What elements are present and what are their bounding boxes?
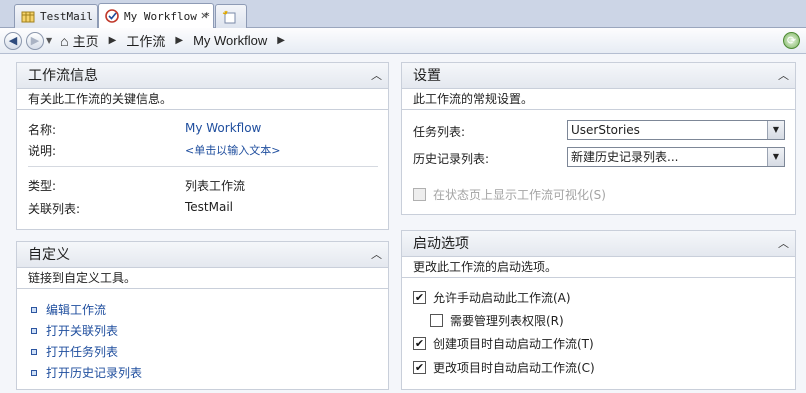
description-label: 说明: (28, 144, 57, 158)
checkbox-checked[interactable]: ✔ (413, 361, 426, 374)
open-task-list-link[interactable]: 打开任务列表 (46, 343, 118, 360)
panel-description: 有关此工作流的关键信息。 (17, 89, 388, 110)
breadcrumb: ⌂ 主页 ▶ 工作流 ▶ My Workflow ▶ (60, 31, 293, 50)
checkbox-label: 更改项目时自动启动工作流(C) (433, 361, 595, 375)
tab-strip: TestMail My Workflow * ✕ (0, 0, 806, 28)
tab-my-workflow[interactable]: My Workflow * ✕ (98, 3, 214, 28)
checkbox-unchecked[interactable] (430, 314, 443, 327)
close-icon[interactable]: ✕ (201, 8, 208, 22)
task-list-select[interactable]: UserStories ▼ (567, 120, 785, 140)
list-item[interactable]: 打开历史记录列表 (31, 364, 142, 381)
customize-panel: 自定义 ︿ 链接到自定义工具。 编辑工作流 打开关联列表 打开任务列表 打开历史… (16, 241, 389, 390)
checkbox-label: 允许手动启动此工作流(A) (433, 291, 571, 305)
checkbox-checked[interactable]: ✔ (413, 291, 426, 304)
panel-description: 链接到自定义工具。 (17, 268, 388, 289)
panel-header: 启动选项 ︿ (402, 231, 795, 257)
breadcrumb-workflows[interactable]: 工作流 (124, 31, 167, 50)
panel-description: 此工作流的常规设置。 (402, 89, 795, 110)
manual-start-checkbox[interactable]: ✔ 允许手动启动此工作流(A) (413, 289, 571, 306)
panel-title: 启动选项 (413, 236, 469, 252)
back-button[interactable]: ◀ (4, 31, 22, 50)
start-on-create-checkbox[interactable]: ✔ 创建项目时自动启动工作流(T) (413, 335, 594, 352)
refresh-icon[interactable]: ⟳ (783, 32, 800, 49)
chevron-down-icon[interactable]: ▼ (46, 36, 52, 45)
workflow-info-panel: 工作流信息 ︿ 有关此工作流的关键信息。 名称: My Workflow 说明:… (16, 62, 389, 230)
panel-header: 工作流信息 ︿ (17, 63, 388, 89)
divider (28, 166, 378, 167)
tab-label: My Workflow * (124, 9, 211, 23)
panel-title: 工作流信息 (28, 68, 98, 84)
panel-description: 更改此工作流的启动选项。 (402, 257, 795, 278)
panel-header: 自定义 ︿ (17, 242, 388, 268)
list-icon (21, 10, 35, 24)
bullet-icon (31, 306, 37, 313)
workflow-icon (105, 9, 119, 23)
checkbox-label: 创建项目时自动启动工作流(T) (433, 337, 594, 351)
list-item[interactable]: 编辑工作流 (31, 301, 106, 318)
settings-panel: 设置 ︿ 此工作流的常规设置。 任务列表: UserStories ▼ 历史记录… (401, 62, 796, 215)
panel-title: 设置 (413, 68, 441, 84)
forward-button[interactable]: ▶ (26, 31, 44, 50)
open-history-list-link[interactable]: 打开历史记录列表 (46, 364, 142, 381)
breadcrumb-separator-icon: ▶ (108, 35, 117, 46)
checkbox-checked[interactable]: ✔ (413, 337, 426, 350)
task-list-value: UserStories (571, 123, 640, 137)
panel-title: 自定义 (28, 247, 70, 263)
collapse-icon[interactable]: ︿ (778, 231, 789, 257)
new-tab-button[interactable] (215, 4, 247, 28)
bullet-icon (31, 369, 37, 376)
checkbox-box[interactable] (413, 188, 426, 201)
associated-list-label: 关联列表: (28, 202, 81, 216)
home-icon[interactable]: ⌂ (60, 33, 68, 49)
workflow-name-link[interactable]: My Workflow (185, 121, 261, 135)
chevron-down-icon[interactable]: ▼ (767, 148, 784, 166)
collapse-icon[interactable]: ︿ (371, 63, 382, 89)
list-item[interactable]: 打开任务列表 (31, 343, 118, 360)
chevron-down-icon[interactable]: ▼ (767, 121, 784, 139)
type-value: 列表工作流 (185, 179, 246, 193)
new-tab-icon (222, 10, 236, 24)
breadcrumb-separator-icon: ▶ (175, 35, 184, 46)
associated-list-value: TestMail (185, 200, 234, 214)
navigation-bar: ◀ ▶ ▼ ⌂ 主页 ▶ 工作流 ▶ My Workflow ▶ ⟳ (0, 28, 806, 54)
history-list-value: 新建历史记录列表... (571, 150, 679, 164)
collapse-icon[interactable]: ︿ (778, 63, 789, 89)
start-options-panel: 启动选项 ︿ 更改此工作流的启动选项。 ✔ 允许手动启动此工作流(A) 需要管理… (401, 230, 796, 390)
list-item[interactable]: 打开关联列表 (31, 322, 118, 339)
panel-header: 设置 ︿ (402, 63, 795, 89)
breadcrumb-current[interactable]: My Workflow (191, 33, 269, 48)
breadcrumb-home[interactable]: 主页 (71, 31, 101, 50)
name-label: 名称: (28, 123, 57, 137)
start-on-change-checkbox[interactable]: ✔ 更改项目时自动启动工作流(C) (413, 359, 595, 376)
tab-testmail[interactable]: TestMail (14, 4, 98, 28)
open-associated-list-link[interactable]: 打开关联列表 (46, 322, 118, 339)
require-manage-permission-checkbox[interactable]: 需要管理列表权限(R) (430, 312, 564, 329)
task-list-label: 任务列表: (413, 125, 466, 139)
breadcrumb-separator-icon: ▶ (277, 35, 285, 46)
show-visualization-checkbox[interactable]: 在状态页上显示工作流可视化(S) (413, 186, 606, 203)
collapse-icon[interactable]: ︿ (371, 242, 382, 268)
history-list-label: 历史记录列表: (413, 152, 490, 166)
bullet-icon (31, 327, 37, 334)
edit-workflow-link[interactable]: 编辑工作流 (46, 301, 106, 318)
type-label: 类型: (28, 179, 57, 193)
checkbox-label: 需要管理列表权限(R) (450, 314, 564, 328)
checkbox-label: 在状态页上显示工作流可视化(S) (433, 188, 606, 202)
bullet-icon (31, 348, 37, 355)
tab-label: TestMail (40, 10, 93, 23)
history-list-select[interactable]: 新建历史记录列表... ▼ (567, 147, 785, 167)
description-input-link[interactable]: <单击以输入文本> (185, 142, 280, 158)
